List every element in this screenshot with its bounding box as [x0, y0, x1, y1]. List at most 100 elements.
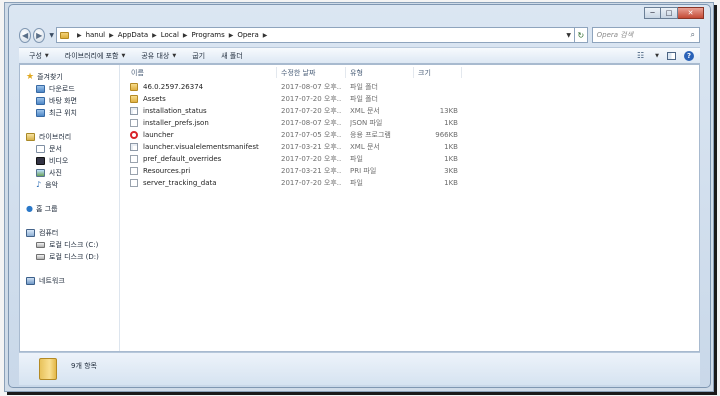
forward-button[interactable]: ▶ [33, 27, 46, 43]
file-type: 응용 프로그램 [350, 131, 391, 139]
nav-item-label: 다운로드 [49, 85, 75, 93]
videos-icon [36, 157, 45, 165]
minimize-button[interactable]: ─ [644, 7, 661, 19]
nav-item-recent-places[interactable]: 최근 위치 [36, 107, 77, 119]
file-row[interactable]: Assets 2017-07-20 오후... 파일 폴더 [121, 93, 699, 105]
forward-arrow-icon: ▶ [36, 30, 43, 40]
nav-item-label: 비디오 [49, 157, 69, 165]
column-header-date[interactable]: 수정한 날짜 [281, 68, 315, 78]
caret-down-icon: ▼ [121, 52, 126, 59]
preview-pane-icon[interactable] [667, 51, 676, 60]
nav-homegroup[interactable]: ● 홈 그룹 [26, 203, 58, 215]
column-divider[interactable] [413, 67, 414, 78]
nav-item-music[interactable]: ♪ 음악 [36, 179, 58, 191]
file-date: 2017-07-20 오후... [281, 107, 341, 115]
column-divider[interactable] [461, 67, 462, 78]
nav-computer[interactable]: 컴퓨터 [26, 227, 58, 239]
nav-item-pictures[interactable]: 사진 [36, 167, 62, 179]
chevron-right-icon[interactable]: ▶ [229, 32, 234, 39]
nav-item-downloads[interactable]: 다운로드 [36, 83, 75, 95]
search-input[interactable]: Opera 검색 ⌕ [591, 27, 700, 43]
nav-network-label: 네트워크 [39, 277, 65, 285]
nav-item-documents[interactable]: 문서 [36, 143, 62, 155]
breadcrumb-local[interactable]: Local [161, 31, 179, 39]
address-tools: ▼ [563, 32, 574, 39]
column-divider[interactable] [345, 67, 346, 78]
file-row[interactable]: pref_default_overrides 2017-07-20 오후... … [121, 153, 699, 165]
address-bar[interactable]: ▶ hanul ▶ AppData ▶ Local ▶ Programs ▶ O… [55, 27, 575, 43]
breadcrumb-opera[interactable]: Opera [237, 31, 258, 39]
share-with-menu[interactable]: 공유 대상 ▼ [141, 51, 176, 61]
folder-icon [59, 31, 69, 39]
nav-libraries[interactable]: 라이브러리 [26, 131, 71, 143]
pictures-icon [36, 169, 45, 177]
recent-pages-dropdown[interactable]: ▼ [49, 32, 54, 39]
chevron-right-icon[interactable]: ▶ [77, 32, 82, 39]
file-type: 파일 [350, 155, 363, 163]
file-name-cell: installation_status [130, 105, 277, 117]
details-pane: 9개 항목 [19, 352, 700, 385]
desktop-icon [36, 97, 45, 105]
disk-icon [36, 254, 45, 260]
library-icon [26, 133, 35, 141]
nav-network[interactable]: 네트워크 [26, 275, 65, 287]
nav-item-desktop[interactable]: 바탕 화면 [36, 95, 77, 107]
file-name: server_tracking_data [143, 179, 217, 187]
opera-icon [130, 131, 138, 139]
organize-menu[interactable]: 구성 ▼ [29, 51, 49, 61]
file-row[interactable]: launcher.visualelementsmanifest 2017-03-… [121, 141, 699, 153]
caret-down-icon: ▼ [44, 52, 49, 59]
chevron-right-icon[interactable]: ▶ [109, 32, 114, 39]
new-folder-label: 새 폴더 [221, 51, 243, 60]
view-options-dropdown[interactable]: ▼ [655, 53, 659, 59]
change-view-icon[interactable]: ☷ [637, 51, 644, 60]
file-row[interactable]: launcher 2017-07-05 오후... 응용 프로그램 966KB [121, 129, 699, 141]
include-in-library-menu[interactable]: 라이브러리에 포함 ▼ [65, 51, 126, 61]
nav-item-disk-c[interactable]: 로컬 디스크 (C:) [36, 239, 98, 251]
network-icon [26, 277, 35, 285]
search-placeholder: Opera 검색 [596, 31, 634, 39]
column-divider[interactable] [276, 67, 277, 78]
file-name-cell: Resources.pri [130, 165, 277, 177]
file-name-cell: pref_default_overrides [130, 153, 277, 165]
nav-item-label: 사진 [49, 169, 62, 177]
burn-button[interactable]: 굽기 [192, 51, 205, 61]
chevron-right-icon[interactable]: ▶ [183, 32, 188, 39]
breadcrumb-hanul[interactable]: hanul [86, 31, 106, 39]
breadcrumb-appdata[interactable]: AppData [118, 31, 148, 39]
file-row[interactable]: installation_status 2017-07-20 오후... XML… [121, 105, 699, 117]
file-row[interactable]: installer_prefs.json 2017-08-07 오후... JS… [121, 117, 699, 129]
file-name-cell: launcher [130, 129, 277, 141]
file-type: XML 문서 [350, 107, 380, 115]
chevron-right-icon[interactable]: ▶ [263, 32, 268, 39]
file-type: 파일 [350, 179, 363, 187]
folder-icon [130, 83, 138, 91]
column-header-name[interactable]: 이름 [131, 68, 144, 78]
maximize-button[interactable]: □ [661, 7, 678, 19]
column-header-size[interactable]: 크기 [418, 68, 431, 78]
search-icon: ⌕ [690, 30, 695, 39]
documents-icon [36, 145, 45, 153]
file-row[interactable]: Resources.pri 2017-03-21 오후... PRI 파일 3K… [121, 165, 699, 177]
close-button[interactable]: ✕ [678, 7, 704, 19]
file-icon [130, 179, 138, 187]
nav-item-disk-d[interactable]: 로컬 디스크 (D:) [36, 251, 99, 263]
chevron-right-icon[interactable]: ▶ [152, 32, 157, 39]
breadcrumb-programs[interactable]: Programs [192, 31, 225, 39]
file-icon [130, 119, 138, 127]
file-row[interactable]: 46.0.2597.26374 2017-08-07 오후... 파일 폴더 [121, 81, 699, 93]
star-icon: ★ [26, 72, 35, 82]
refresh-button[interactable]: ↻ [574, 27, 588, 43]
back-button[interactable]: ◀ [19, 27, 32, 43]
homegroup-icon: ● [26, 204, 33, 213]
nav-favorites[interactable]: ★ 즐겨찾기 [26, 71, 63, 83]
new-folder-button[interactable]: 새 폴더 [221, 51, 243, 61]
item-count: 9개 항목 [71, 362, 97, 370]
address-history-dropdown[interactable]: ▼ [563, 32, 574, 39]
nav-item-videos[interactable]: 비디오 [36, 155, 68, 167]
help-icon[interactable]: ? [684, 50, 694, 61]
nav-item-label: 최근 위치 [49, 109, 77, 117]
column-header-type[interactable]: 유형 [350, 68, 363, 78]
file-row[interactable]: server_tracking_data 2017-07-20 오후... 파일… [121, 177, 699, 189]
file-date: 2017-03-21 오후... [281, 167, 341, 175]
